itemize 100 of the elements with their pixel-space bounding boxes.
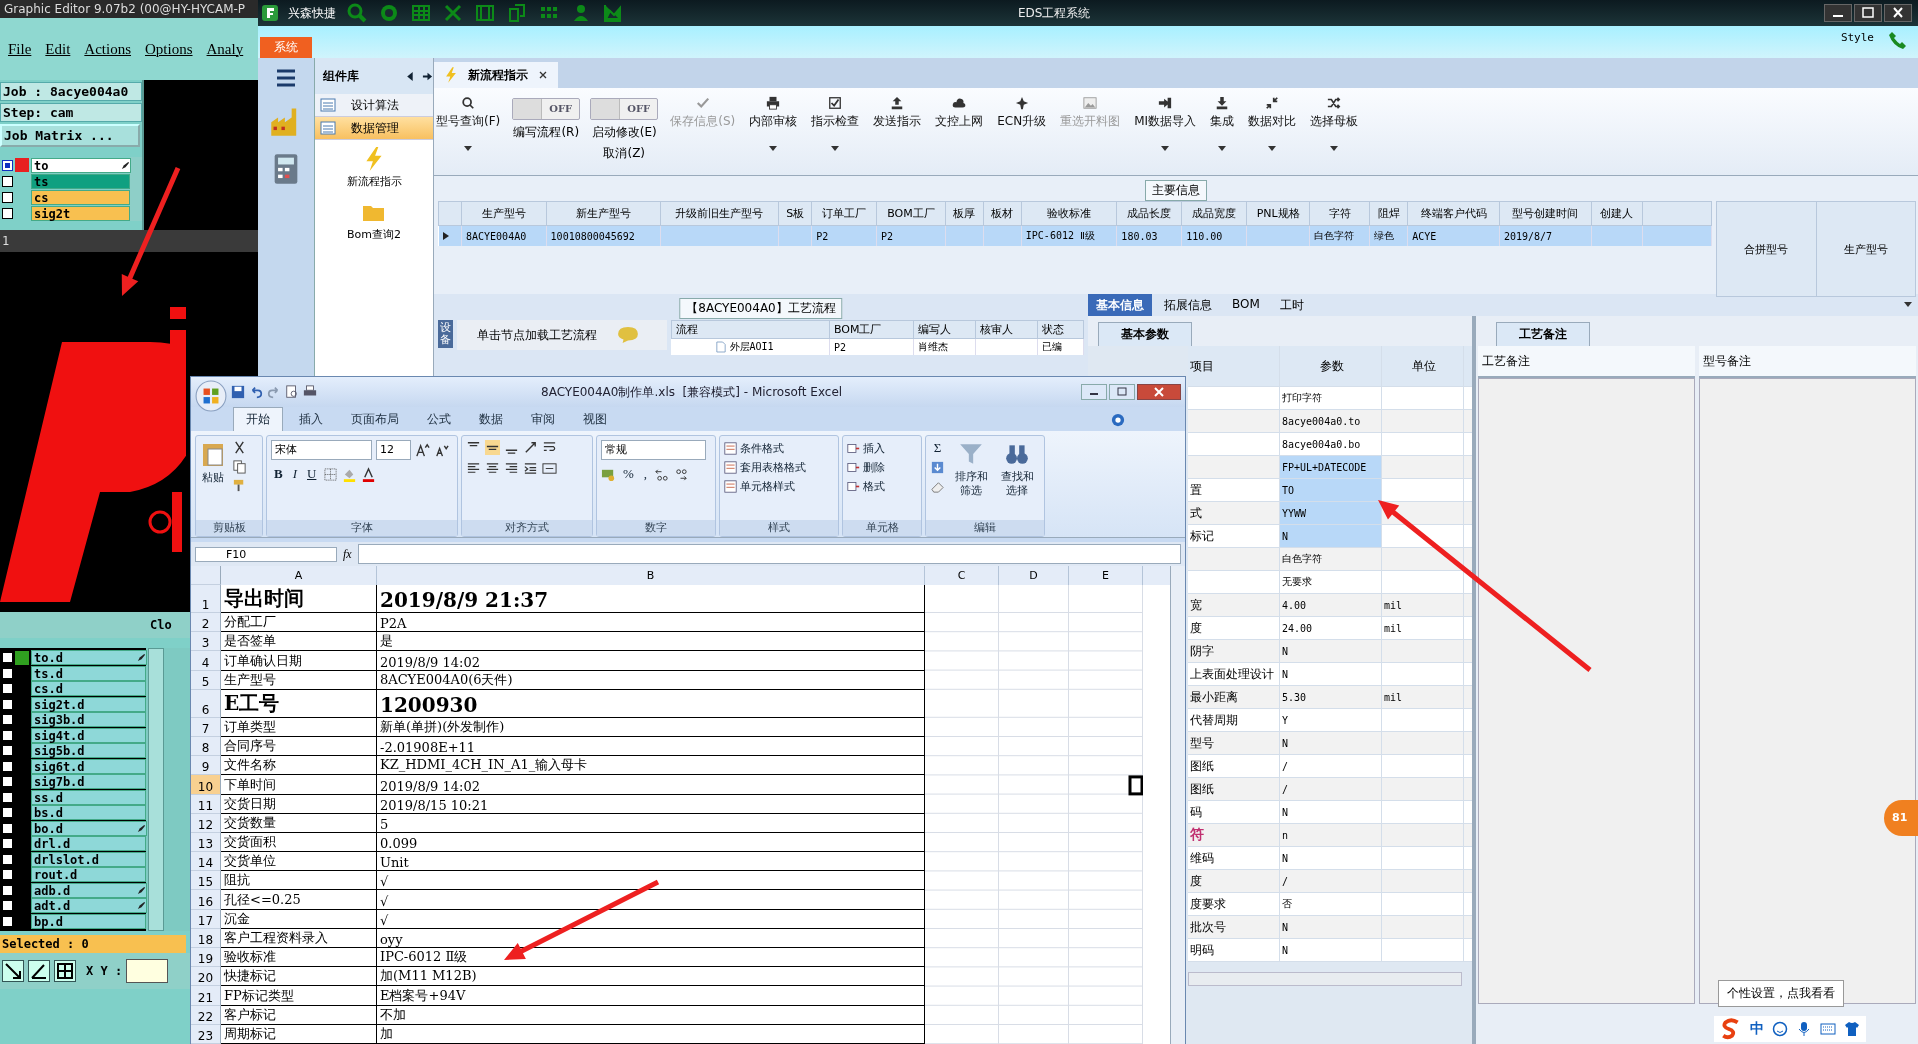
layer-checkbox[interactable]	[2, 838, 13, 850]
dropdown-caret-icon[interactable]	[1161, 146, 1170, 151]
layer-checkbox[interactable]	[2, 760, 13, 772]
merge-icon[interactable]	[542, 461, 557, 476]
column-header[interactable]: A	[221, 566, 377, 585]
ribbon-tab[interactable]: 页面布局	[339, 408, 411, 431]
table-row[interactable]: 8ACYE004A0 10010800045692 P2 P2 IPC-6012 Ⅱ级 180.03 110.00 白色字符 绿色 ACYE 2019/8/7	[438, 225, 1712, 246]
layer-name[interactable]: sig7b.d	[31, 774, 146, 790]
row-header[interactable]: 3	[191, 632, 221, 652]
close-button[interactable]	[1884, 4, 1912, 22]
column-header[interactable]: 项目	[1188, 346, 1280, 386]
align-left-icon[interactable]	[466, 461, 481, 476]
table-cell[interactable]: N	[1280, 525, 1382, 547]
font-name-field[interactable]: 宋体	[271, 440, 372, 460]
dropdown-caret-icon[interactable]	[464, 146, 473, 151]
layer-name[interactable]: ts	[31, 173, 130, 189]
row-header[interactable]: 21	[191, 986, 221, 1006]
column-header[interactable]: 合拼型号	[1716, 201, 1816, 297]
layer-checkbox[interactable]	[2, 159, 13, 171]
table-cell[interactable]: 无要求	[1280, 571, 1382, 593]
dropdown-caret-icon[interactable]	[1268, 146, 1277, 151]
column-header[interactable]: 型号创建时间	[1499, 201, 1592, 226]
job-matrix-button[interactable]: Job Matrix ...	[0, 124, 140, 147]
column-header[interactable]: 订单工厂	[811, 201, 877, 226]
layer-name[interactable]: ts.d	[31, 665, 146, 681]
align-center-icon[interactable]	[485, 461, 500, 476]
column-header[interactable]: S板	[778, 201, 812, 226]
layer-name[interactable]: bs.d	[31, 805, 146, 821]
table-cell[interactable]: Y	[1280, 709, 1382, 731]
font-color-icon[interactable]	[361, 466, 377, 482]
row-header[interactable]: 2	[191, 613, 221, 633]
column-header[interactable]: 升级前旧生产型号	[660, 201, 779, 226]
layer-name[interactable]: sig5b.d	[31, 743, 146, 759]
menu-item[interactable]: File	[8, 40, 32, 58]
row-header[interactable]: 4	[191, 651, 221, 671]
border-icon[interactable]	[323, 466, 339, 482]
column-header[interactable]: 板材	[983, 201, 1022, 226]
close-label[interactable]: Clo	[150, 618, 172, 632]
layer-name[interactable]: sig3b.d	[31, 712, 146, 728]
shirt-icon[interactable]	[1844, 1021, 1860, 1037]
smiley-icon[interactable]	[1772, 1021, 1788, 1037]
layer-name[interactable]: bo.d	[31, 820, 147, 836]
layer-checkbox[interactable]	[2, 807, 13, 819]
minimize-button[interactable]	[1081, 384, 1107, 400]
layer-checkbox[interactable]	[2, 175, 13, 187]
row-header[interactable]: 10	[191, 775, 221, 795]
autosum-button[interactable]: Σ	[930, 440, 945, 456]
area-chart-icon[interactable]	[602, 3, 624, 23]
row-header[interactable]: 9	[191, 756, 221, 776]
column-header[interactable]: BOM工厂	[829, 320, 914, 339]
ribbon-tab[interactable]: 审阅	[519, 408, 567, 431]
column-header[interactable]: D	[999, 566, 1069, 585]
minimize-button[interactable]	[1824, 4, 1852, 22]
layer-name[interactable]: to	[31, 157, 131, 173]
shrink-font-icon[interactable]	[434, 442, 449, 458]
dropdown-caret-icon[interactable]	[1904, 302, 1912, 307]
table-cell[interactable]: N	[1280, 916, 1382, 938]
table-cell[interactable]: /	[1280, 755, 1382, 777]
row-header[interactable]: 12	[191, 813, 221, 833]
ribbon-button[interactable]: 查找和选择	[997, 440, 1037, 516]
layer-name[interactable]: adt.d	[31, 898, 147, 914]
ribbon-button[interactable]: 条件格式	[724, 440, 834, 457]
format-button[interactable]: ,	[640, 466, 651, 482]
table-cell[interactable]: 打印字符	[1280, 387, 1382, 409]
decrease-decimal-icon[interactable]	[673, 466, 689, 482]
layer-name[interactable]: rout.d	[31, 867, 146, 883]
layer-name[interactable]: ss.d	[31, 789, 146, 805]
sub-tab[interactable]: 基本参数	[1098, 322, 1192, 346]
column-header[interactable]: 成品宽度	[1181, 201, 1247, 226]
column-header[interactable]: 状态	[1037, 320, 1084, 339]
align-middle-icon[interactable]	[485, 440, 500, 455]
table-cell[interactable]: N	[1280, 663, 1382, 685]
tree-item[interactable]: 外层AOI1	[729, 341, 774, 352]
save-icon[interactable]	[231, 385, 245, 399]
row-header[interactable]: 23	[191, 1024, 221, 1044]
column-header[interactable]: C	[925, 566, 999, 585]
row-header[interactable]: 1	[191, 585, 221, 613]
row-header[interactable]: 5	[191, 670, 221, 690]
table-cell[interactable]: 24.00	[1280, 617, 1382, 639]
layer-checkbox[interactable]	[2, 729, 13, 741]
ribbon-button[interactable]: 格式	[847, 478, 917, 495]
format-button[interactable]: U	[304, 466, 320, 482]
table-cell[interactable]: n	[1280, 824, 1382, 846]
copy-icon[interactable]	[506, 3, 528, 23]
table-cell[interactable]: FP+UL+DATECODE	[1280, 456, 1382, 478]
layer-checkbox[interactable]	[2, 652, 13, 664]
ribbon-button[interactable]: 排序和筛选	[951, 440, 991, 516]
format-button[interactable]: I	[289, 466, 300, 482]
toggle-switch[interactable]: OFF	[590, 98, 659, 120]
table-cell[interactable]: /	[1280, 778, 1382, 800]
toolbar-button[interactable]: 发送指示	[871, 94, 924, 132]
document-tab[interactable]: 新流程指示	[434, 62, 558, 88]
layer-checkbox[interactable]	[2, 853, 13, 865]
copy-icon[interactable]	[232, 459, 247, 474]
layer-checkbox[interactable]	[2, 207, 13, 219]
formula-field[interactable]	[357, 544, 1181, 564]
ribbon-button[interactable]: 插入	[847, 440, 917, 457]
close-button[interactable]	[1137, 384, 1181, 400]
scrollbar[interactable]	[1170, 566, 1185, 1044]
table-cell[interactable]: /	[1280, 870, 1382, 892]
